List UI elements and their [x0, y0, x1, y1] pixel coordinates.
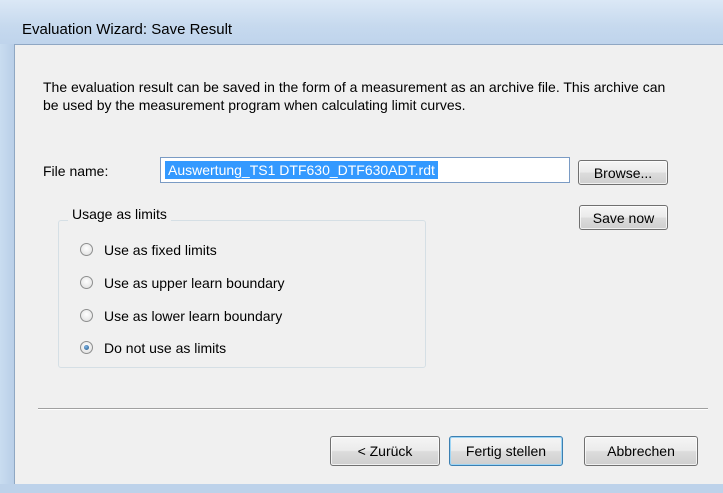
- save-now-button[interactable]: Save now: [579, 205, 668, 230]
- radio-button-icon[interactable]: [80, 276, 93, 289]
- usage-limits-group-label: Usage as limits: [68, 205, 171, 223]
- browse-button[interactable]: Browse...: [578, 160, 668, 185]
- description-text: The evaluation result can be saved in th…: [43, 79, 666, 113]
- title-bar[interactable]: Evaluation Wizard: Save Result: [0, 0, 723, 44]
- radio-button-icon[interactable]: [80, 309, 93, 322]
- window-frame-left: [0, 44, 14, 493]
- radio-button-icon[interactable]: [80, 243, 93, 256]
- radio-option-label: Do not use as limits: [104, 340, 227, 356]
- radio-option-label: Use as upper learn boundary: [104, 275, 285, 291]
- footer-separator: [38, 408, 708, 410]
- radio-option-label: Use as lower learn boundary: [104, 308, 283, 324]
- finish-button[interactable]: Fertig stellen: [449, 436, 563, 466]
- window-frame-bottom: [0, 484, 723, 493]
- file-name-value: Auswertung_TS1 DTF630_DTF630ADT.rdt: [165, 161, 438, 179]
- back-button[interactable]: < Zurück: [330, 436, 440, 466]
- radio-button-checked-icon[interactable]: [80, 341, 93, 354]
- file-name-label: File name:: [43, 163, 109, 179]
- radio-option-label: Use as fixed limits: [104, 242, 217, 258]
- window-title: Evaluation Wizard: Save Result: [22, 21, 233, 38]
- file-name-input[interactable]: Auswertung_TS1 DTF630_DTF630ADT.rdt: [160, 157, 570, 183]
- cancel-button[interactable]: Abbrechen: [584, 436, 698, 466]
